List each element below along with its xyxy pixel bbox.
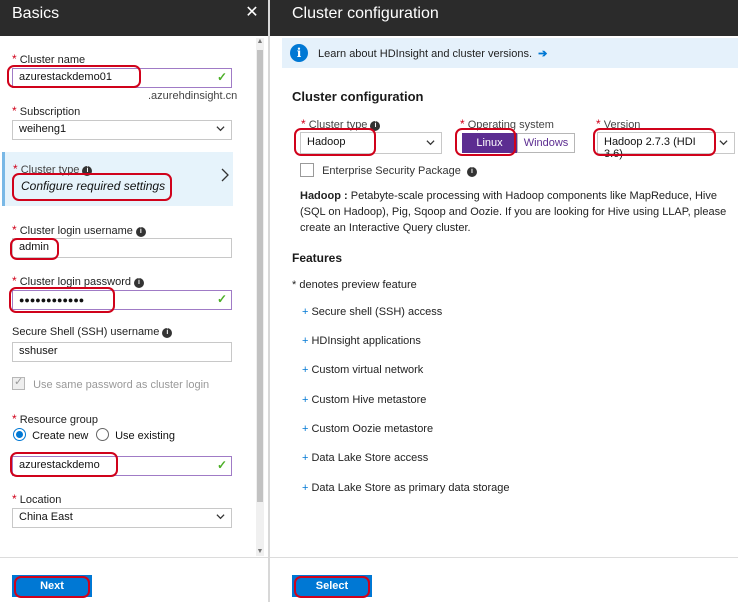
footer-divider — [0, 557, 268, 558]
info-icon: i — [135, 227, 146, 237]
subscription-label: * Subscription — [12, 104, 81, 118]
ssh-username-input[interactable]: sshuser — [12, 342, 232, 362]
feature-label: Data Lake Store as primary data storage — [311, 482, 510, 494]
feature-label: Custom Hive metastore — [311, 394, 427, 406]
location-select[interactable]: China East — [12, 508, 232, 528]
chevron-down-icon — [426, 140, 435, 146]
feature-item[interactable]: + Data Lake Store as primary data storage — [302, 482, 510, 494]
checkmark-icon: ✓ — [14, 376, 24, 388]
feature-label: Data Lake Store access — [311, 452, 429, 464]
feature-item[interactable]: + Secure shell (SSH) access — [302, 306, 442, 318]
plus-icon: + — [302, 482, 309, 494]
login-username-input[interactable]: admin — [12, 238, 232, 258]
resource-group-label: * Resource group — [12, 412, 99, 426]
plus-icon: + — [302, 335, 309, 347]
feature-item[interactable]: + Data Lake Store access — [302, 452, 428, 464]
scroll-down-icon[interactable]: ▼ — [256, 548, 264, 556]
esp-label: Enterprise Security Package — [322, 165, 461, 177]
feature-label: Custom Oozie metastore — [311, 423, 434, 435]
footer-divider — [270, 557, 738, 558]
chevron-down-icon — [216, 514, 225, 520]
feature-item[interactable]: + HDInsight applications — [302, 335, 421, 347]
cluster-config-title: Cluster configuration — [292, 5, 439, 22]
same-password-row[interactable]: ✓ Use same password as cluster login — [12, 376, 210, 391]
os-label: * Operating system — [460, 117, 554, 131]
feature-item[interactable]: + Custom Oozie metastore — [302, 423, 433, 435]
version-label: * Version — [596, 117, 641, 131]
version-select[interactable]: Hadoop 2.7.3 (HDI 3.6) — [597, 132, 735, 160]
info-banner[interactable]: i Learn about HDInsight and cluster vers… — [282, 38, 738, 68]
scroll-up-icon[interactable]: ▲ — [256, 38, 264, 46]
use-existing-label: Use existing — [115, 430, 175, 442]
use-existing-option[interactable]: Use existing — [96, 428, 175, 442]
description-text: Petabyte-scale processing with Hadoop co… — [300, 190, 727, 234]
cluster-type-value: Configure required settings — [21, 179, 166, 193]
plus-icon: + — [302, 394, 309, 406]
next-button[interactable]: Next — [12, 575, 92, 597]
chevron-right-icon — [221, 168, 229, 182]
blade-divider — [268, 0, 270, 602]
select-button[interactable]: Select — [292, 575, 372, 597]
features-title: Features — [292, 251, 343, 265]
checkmark-icon: ✓ — [216, 70, 227, 84]
same-password-label: Use same password as cluster login — [33, 379, 210, 391]
os-option-linux[interactable]: Linux — [462, 133, 517, 153]
use-existing-radio[interactable] — [96, 428, 109, 441]
info-icon: i — [290, 44, 308, 62]
cluster-type-label: * Cluster type i — [13, 162, 93, 176]
arrow-right-icon: ➔ — [538, 48, 548, 60]
plus-icon: + — [302, 423, 309, 435]
cluster-type-label-right: * Cluster type i — [301, 117, 381, 131]
feature-label: Secure shell (SSH) access — [311, 306, 443, 318]
plus-icon: + — [302, 306, 309, 318]
info-icon: i — [82, 166, 93, 176]
chevron-down-icon — [719, 140, 728, 146]
info-banner-text[interactable]: Learn about HDInsight and cluster versio… — [318, 47, 547, 60]
plus-icon: + — [302, 452, 309, 464]
scrollbar-thumb[interactable] — [257, 50, 263, 502]
subscription-select[interactable]: weiheng1 — [12, 120, 232, 140]
login-password-input[interactable]: ●●●●●●●●●●●● ✓ — [12, 290, 232, 310]
chevron-down-icon — [216, 126, 225, 132]
feature-item[interactable]: + Custom virtual network — [302, 364, 423, 376]
preview-note: * denotes preview feature — [292, 279, 417, 291]
plus-icon: + — [302, 364, 309, 376]
basics-scrollbar[interactable]: ▲ ▼ — [256, 38, 264, 556]
info-icon: i — [134, 278, 145, 288]
resource-group-input[interactable]: azurestackdemo ✓ — [12, 456, 232, 476]
login-username-label: * Cluster login username i — [12, 223, 146, 237]
close-icon[interactable]: ✕ — [244, 2, 260, 22]
description-title: Hadoop : — [300, 190, 348, 202]
domain-suffix: .azurehdinsight.cn — [148, 90, 238, 102]
feature-item[interactable]: + Custom Hive metastore — [302, 394, 426, 406]
create-new-label: Create new — [32, 430, 89, 442]
basics-title: Basics — [12, 5, 60, 22]
ssh-username-label: Secure Shell (SSH) username i — [12, 326, 173, 338]
same-password-checkbox[interactable]: ✓ — [12, 376, 25, 390]
esp-row[interactable]: Enterprise Security Package i — [300, 163, 477, 177]
location-label: * Location — [12, 492, 62, 506]
basics-header: Basics ✕ — [0, 0, 268, 36]
cluster-name-label: * Cluster name — [12, 52, 86, 66]
section-title: Cluster configuration — [292, 89, 424, 104]
esp-checkbox[interactable] — [300, 163, 314, 177]
login-password-label: * Cluster login password i — [12, 274, 145, 288]
cluster-name-input[interactable]: azurestackdemo01 ✓ — [12, 68, 232, 88]
create-new-option[interactable]: Create new — [13, 428, 88, 442]
info-icon: i — [370, 121, 381, 131]
checkmark-icon: ✓ — [216, 292, 227, 306]
cluster-type-description: Hadoop : Petabyte-scale processing with … — [300, 188, 732, 236]
feature-label: HDInsight applications — [311, 335, 421, 347]
os-option-windows[interactable]: Windows — [517, 133, 575, 153]
cluster-type-select[interactable]: Hadoop — [300, 132, 442, 154]
feature-label: Custom virtual network — [311, 364, 424, 376]
info-icon: i — [466, 167, 477, 177]
cluster-type-selector[interactable]: * Cluster type i Configure required setti… — [2, 152, 233, 206]
checkmark-icon: ✓ — [216, 458, 227, 472]
info-icon: i — [162, 328, 173, 338]
create-new-radio[interactable] — [13, 428, 26, 441]
